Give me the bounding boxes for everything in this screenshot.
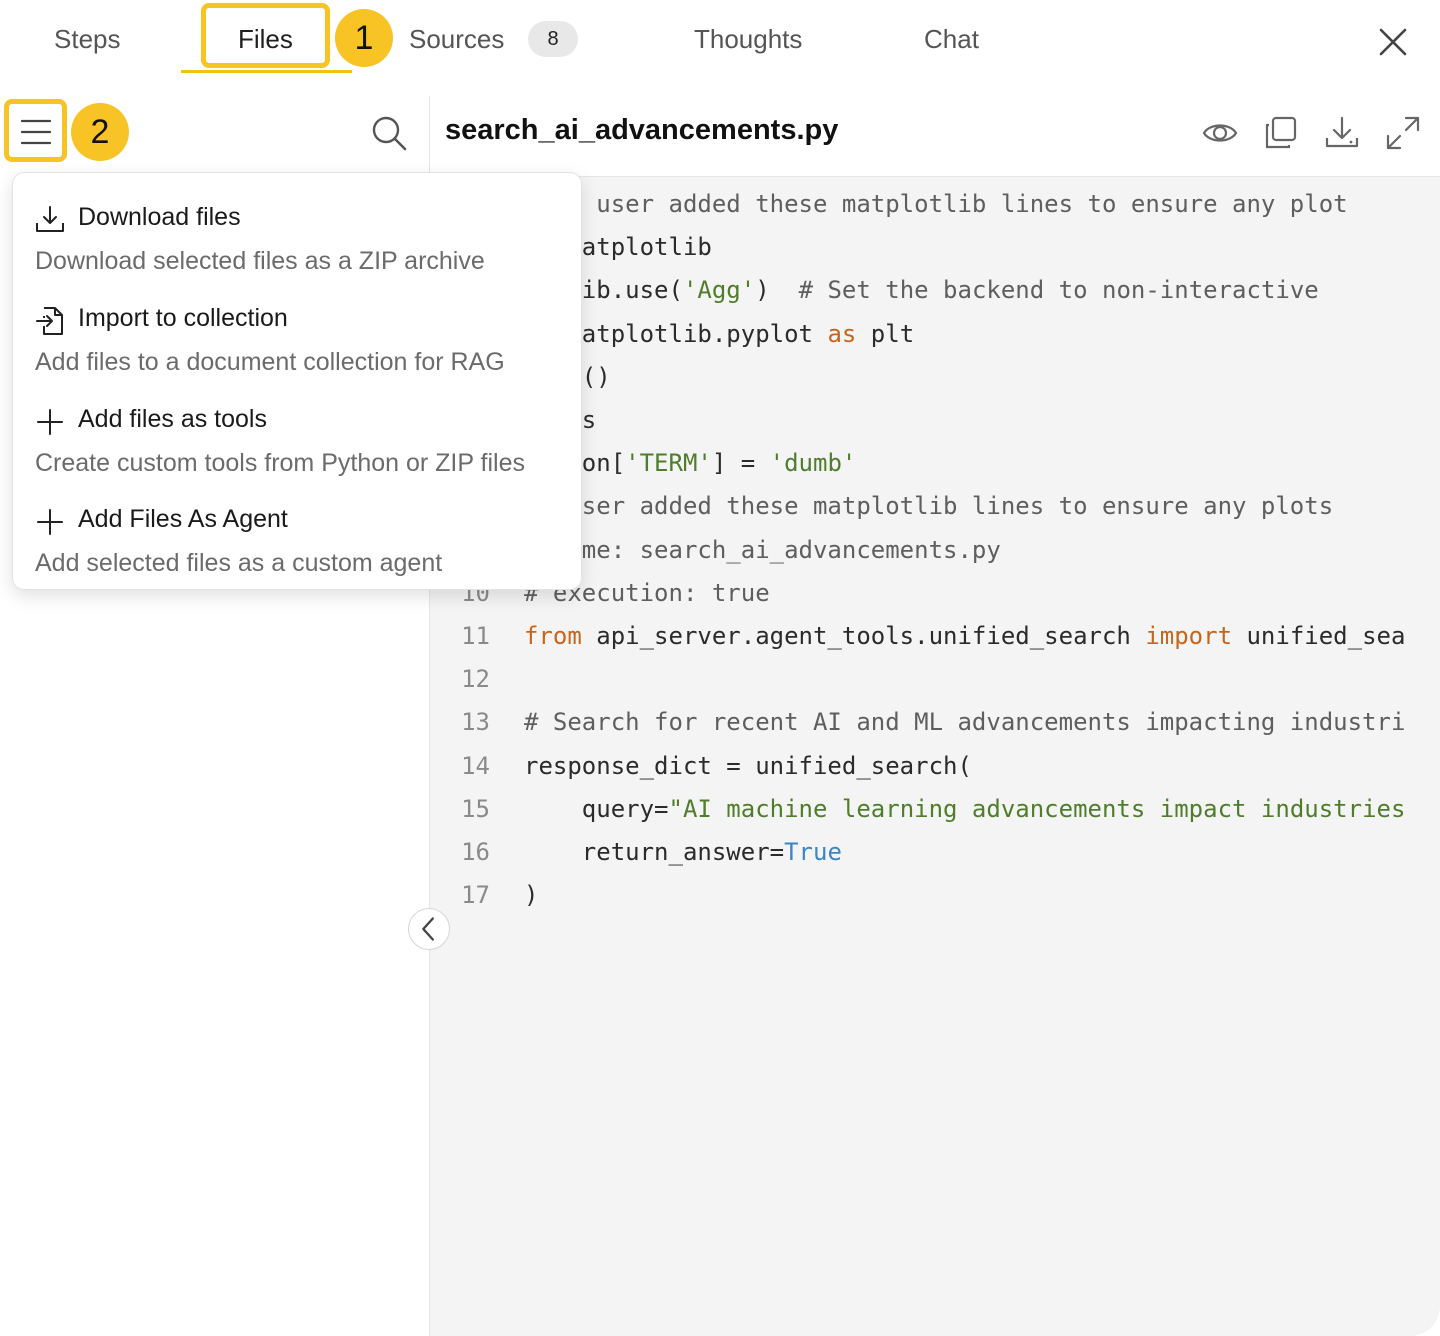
tab-thoughts[interactable]: Thoughts (694, 16, 802, 62)
expand-icon[interactable] (1384, 114, 1422, 152)
tab-chat[interactable]: Chat (924, 16, 979, 62)
line-number: 16 (461, 838, 490, 866)
menu-item-import-to-collection[interactable]: Import to collection Add files to a docu… (13, 286, 581, 386)
code-token: D: user added these matplotlib lines to … (524, 492, 1334, 521)
tab-steps[interactable]: Steps (54, 16, 121, 62)
eye-icon[interactable] (1201, 114, 1239, 152)
code-token: # Set the backend to non-interactive (798, 276, 1319, 305)
download-icon[interactable] (1323, 114, 1361, 152)
plus-icon (37, 409, 63, 435)
sources-count-badge: 8 (528, 21, 578, 57)
menu-item-description: Add selected files as a custom agent (35, 549, 443, 577)
line-number: 13 (461, 708, 490, 737)
tab-sources[interactable]: Sources (409, 16, 504, 62)
code-line: 14 response_dict = unified_search( (430, 745, 972, 788)
menu-item-label: Download files (78, 203, 241, 231)
file-actions-menu: Download files Download selected files a… (12, 172, 582, 590)
download-tray-icon (36, 206, 64, 232)
menu-item-label: Import to collection (78, 304, 288, 332)
code-line: 12 (430, 658, 524, 701)
code-token: api_server.agent_tools.unified_search (581, 622, 1146, 650)
file-title: search_ai_advancements.py (445, 114, 839, 146)
code-token: import (1145, 622, 1233, 650)
active-tab-underline (181, 70, 352, 73)
code-token: 'dumb' (769, 449, 857, 478)
code-line: 17) (430, 874, 538, 917)
collapse-panel-chevron-left-icon[interactable] (408, 908, 450, 950)
close-icon[interactable] (1373, 22, 1413, 62)
menu-item-description: Download selected files as a ZIP archive (35, 247, 485, 275)
code-line: 11 from api_server.agent_tools.unified_se… (430, 615, 1405, 658)
code-token: return_answer= (524, 838, 785, 866)
code-token: ) (524, 881, 539, 910)
code-token: 'Agg' (682, 276, 756, 305)
files-tab-highlight (201, 3, 330, 68)
menu-item-label: Add Files As Agent (78, 505, 288, 533)
code-token: True (784, 838, 842, 866)
search-icon[interactable] (370, 114, 408, 152)
code-token: "AI machine learning advancements impact… (668, 794, 1406, 823)
code-token: as (827, 319, 857, 348)
menu-item-add-files-as-tools[interactable]: Add files as tools Create custom tools f… (13, 387, 581, 487)
menu-item-add-files-as-agent[interactable]: Add Files As Agent Add selected files as… (13, 487, 581, 587)
code-line: 16 return_answer=True (430, 831, 842, 874)
menu-item-download-files[interactable]: Download files Download selected files a… (13, 185, 581, 285)
code-token: response_dict = unified_search( (524, 751, 972, 780)
copy-icon[interactable] (1262, 114, 1300, 152)
menu-item-label: Add files as tools (78, 405, 267, 433)
code-token: from (524, 622, 582, 650)
step-marker-2: 2 (71, 103, 129, 161)
menu-item-description: Create custom tools from Python or ZIP f… (35, 449, 526, 477)
code-token: query= (524, 794, 669, 823)
code-token: ) (755, 276, 799, 305)
line-number: 15 (461, 794, 490, 823)
code-token: ] = (711, 449, 770, 478)
line-number: 11 (461, 622, 490, 650)
code-line: 13 # Search for recent AI and ML advancem… (430, 701, 1405, 744)
code-line: 15 query="AI machine learning advancemen… (430, 788, 1405, 831)
step-marker-1: 1 (335, 9, 393, 67)
code-token: lename: search_ai_advancements.py (524, 535, 1001, 564)
file-import-icon (36, 307, 63, 335)
code-token: GIN: user added these matplotlib lines t… (524, 190, 1348, 218)
code-token: 'TERM' (625, 449, 712, 478)
menu-item-description: Add files to a document collection for R… (35, 348, 505, 376)
code-token: unified_sea (1232, 622, 1406, 650)
line-number: 14 (461, 751, 490, 780)
line-number: 12 (461, 665, 490, 694)
menu-button-highlight (4, 99, 67, 162)
code-token: plt (856, 319, 915, 348)
code-token: matplotlib.pyplot (552, 319, 828, 348)
plus-icon (37, 509, 63, 535)
code-token: # Search for recent AI and ML advancemen… (524, 708, 1406, 737)
